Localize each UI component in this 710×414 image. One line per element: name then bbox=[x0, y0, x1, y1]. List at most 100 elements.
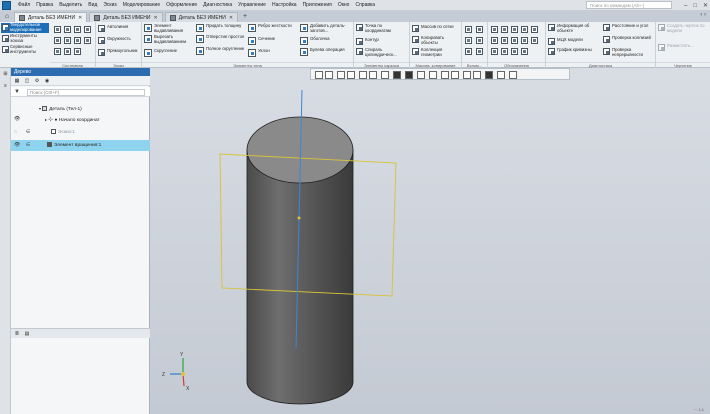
hidden-eye-icon[interactable]: ◌ bbox=[14, 127, 17, 138]
menu-sketch[interactable]: Эскиз bbox=[100, 2, 119, 8]
paste-icon[interactable] bbox=[74, 48, 81, 55]
dimension-icon[interactable] bbox=[491, 26, 498, 33]
close-icon[interactable]: ✕ bbox=[703, 2, 708, 9]
thicken-button[interactable]: Придать толщину bbox=[196, 23, 246, 32]
cut-extrude-button[interactable]: Вырезать выдавливанием bbox=[144, 34, 194, 44]
menu-edit[interactable]: Правка bbox=[33, 2, 56, 8]
create-drawing-button[interactable]: Создать чертеж по модели bbox=[658, 23, 708, 33]
autoline-button[interactable]: Автолиния bbox=[98, 24, 128, 32]
tab-close-icon[interactable]: ✕ bbox=[78, 15, 82, 21]
aux-line-icon[interactable] bbox=[465, 48, 472, 55]
mode-service-tools[interactable]: Сервисные инструменты bbox=[1, 44, 49, 55]
copy-icon[interactable] bbox=[64, 48, 71, 55]
weld-icon[interactable] bbox=[501, 48, 508, 55]
app-logo-icon[interactable] bbox=[2, 0, 11, 10]
curvature-graph-button[interactable]: График кривизны bbox=[548, 47, 602, 55]
tree-grid-icon[interactable]: ▤ bbox=[23, 330, 31, 338]
extrude-button[interactable]: Элемент выдавливания bbox=[144, 23, 194, 33]
menu-applications[interactable]: Приложения bbox=[300, 2, 335, 8]
tree-tab-icon[interactable]: ⊞ bbox=[1, 70, 10, 79]
distance-angle-button[interactable]: Расстояние и угол bbox=[603, 23, 655, 31]
diameter-dimension-icon[interactable] bbox=[521, 26, 528, 33]
aux-plane-icon[interactable] bbox=[476, 26, 483, 33]
3d-viewport[interactable]: Z Y X ⋯ 1:1 bbox=[150, 68, 710, 414]
tree-structure-icon[interactable]: ▦ bbox=[13, 77, 21, 85]
radius-dimension-icon[interactable] bbox=[511, 26, 518, 33]
contour-button[interactable]: Контур bbox=[356, 37, 408, 45]
text-icon[interactable] bbox=[521, 37, 528, 44]
draft-button[interactable]: Уклон bbox=[248, 48, 298, 57]
tree-view-icon[interactable]: ◫ bbox=[23, 77, 31, 85]
add-blank-button[interactable]: Добавить деталь-заготов... bbox=[300, 23, 352, 33]
command-search-input[interactable]: Поиск по командам (Alt+-) bbox=[586, 1, 672, 9]
document-tab-2[interactable]: Деталь БЕЗ ИМЕНИ ✕ bbox=[89, 12, 163, 22]
open-icon[interactable] bbox=[64, 26, 71, 33]
mode-sketch-tools[interactable]: Инструменты эскиза bbox=[1, 33, 49, 44]
rebuild-icon[interactable] bbox=[84, 37, 91, 44]
rib-button[interactable]: Ребро жесткости bbox=[248, 23, 298, 32]
rectangle-button[interactable]: Прямоугольник bbox=[98, 48, 137, 56]
aux-axis-icon[interactable] bbox=[465, 26, 472, 33]
circle-button[interactable]: Окружность bbox=[98, 36, 131, 44]
cylindrical-spiral-button[interactable]: Спираль цилиндрическ... bbox=[356, 47, 408, 57]
aux-cs-icon[interactable] bbox=[476, 37, 483, 44]
geometry-collection-button[interactable]: Коллекция геометрии bbox=[412, 47, 460, 57]
properties-tab-icon[interactable]: ≡ bbox=[1, 82, 10, 91]
tree-row-part[interactable]: ▾ Деталь (Тел-1) bbox=[11, 103, 150, 114]
minimize-icon[interactable]: – bbox=[684, 3, 687, 9]
tolerance-icon[interactable] bbox=[501, 37, 508, 44]
tab-close-icon[interactable]: ✕ bbox=[229, 15, 233, 21]
menu-file[interactable]: Файл bbox=[15, 2, 33, 8]
tab-scroll-arrows[interactable]: ‹ › bbox=[700, 12, 706, 18]
tree-list-icon[interactable]: ≣ bbox=[13, 330, 21, 338]
copy-objects-button[interactable]: Копировать объекты bbox=[412, 35, 460, 45]
place-button[interactable]: Разместить... bbox=[658, 43, 708, 51]
collision-check-button[interactable]: Проверка коллизий bbox=[603, 35, 655, 43]
point-by-coordinates-button[interactable]: Точка по координатам bbox=[356, 23, 408, 33]
document-tab-3[interactable]: Деталь БЕЗ ИМЕНИ ✕ bbox=[164, 12, 239, 22]
base-icon[interactable] bbox=[511, 37, 518, 44]
tree-filter-icon[interactable]: ◉ bbox=[43, 77, 51, 85]
table-icon[interactable] bbox=[511, 48, 518, 55]
menu-settings[interactable]: Настройка bbox=[269, 2, 300, 8]
menu-modeling[interactable]: Моделирование bbox=[120, 2, 163, 8]
thread-icon[interactable] bbox=[491, 48, 498, 55]
tree-row-sketch[interactable]: ◌ ∈ Эскиз:1 bbox=[11, 127, 150, 138]
tree-search-input[interactable]: Поиск (Ctrl+F) bbox=[27, 89, 145, 96]
fillet-button[interactable]: Скругление bbox=[144, 48, 194, 57]
roughness-icon[interactable] bbox=[491, 37, 498, 44]
redo-icon[interactable] bbox=[54, 37, 61, 44]
aux-point-icon[interactable] bbox=[465, 37, 472, 44]
cut-icon[interactable] bbox=[54, 48, 61, 55]
full-round-button[interactable]: Полное скругление bbox=[196, 46, 246, 55]
menu-window[interactable]: Окно bbox=[335, 2, 353, 8]
print-icon[interactable] bbox=[64, 37, 71, 44]
angle-dimension-icon[interactable] bbox=[501, 26, 508, 33]
mark-icon[interactable] bbox=[531, 37, 538, 44]
note-icon[interactable] bbox=[521, 48, 528, 55]
funnel-icon[interactable]: ▼ bbox=[14, 89, 20, 95]
shell-button[interactable]: Оболочка bbox=[300, 36, 352, 45]
continuity-check-button[interactable]: Проверка непрерывности bbox=[603, 47, 655, 57]
tree-row-revolve[interactable]: 👁 ∈ Элемент вращения:1 bbox=[11, 140, 150, 151]
new-document-icon[interactable] bbox=[54, 26, 61, 33]
mode-solid-modeling[interactable]: Твердотельное моделирование bbox=[1, 22, 49, 33]
undo-icon[interactable] bbox=[84, 26, 91, 33]
maximize-icon[interactable]: □ bbox=[693, 3, 697, 9]
grid-array-button[interactable]: Массив по сетке bbox=[412, 24, 460, 32]
home-icon[interactable]: ⌂ bbox=[0, 11, 14, 22]
boolean-button[interactable]: Булева операция bbox=[300, 47, 352, 56]
simple-hole-button[interactable]: Отверстие простое bbox=[196, 34, 246, 43]
add-tab-button[interactable]: + bbox=[240, 12, 250, 22]
tree-settings-icon[interactable]: ⚙ bbox=[33, 77, 41, 85]
eye-icon[interactable]: 👁 bbox=[14, 140, 20, 151]
properties-icon[interactable] bbox=[74, 37, 81, 44]
menu-help[interactable]: Справка bbox=[352, 2, 378, 8]
tree-row-origin[interactable]: 👁 ▸ ⊹ ● Начало координат bbox=[11, 114, 150, 125]
tab-close-icon[interactable]: ✕ bbox=[154, 15, 158, 21]
menu-view[interactable]: Вид bbox=[85, 2, 100, 8]
mass-properties-button[interactable]: МЦХ модели bbox=[548, 37, 602, 45]
document-tab-1[interactable]: Деталь БЕЗ ИМЕНИ ✕ bbox=[14, 12, 88, 22]
aux-more-icon[interactable] bbox=[476, 48, 483, 55]
leader-icon[interactable] bbox=[531, 26, 538, 33]
